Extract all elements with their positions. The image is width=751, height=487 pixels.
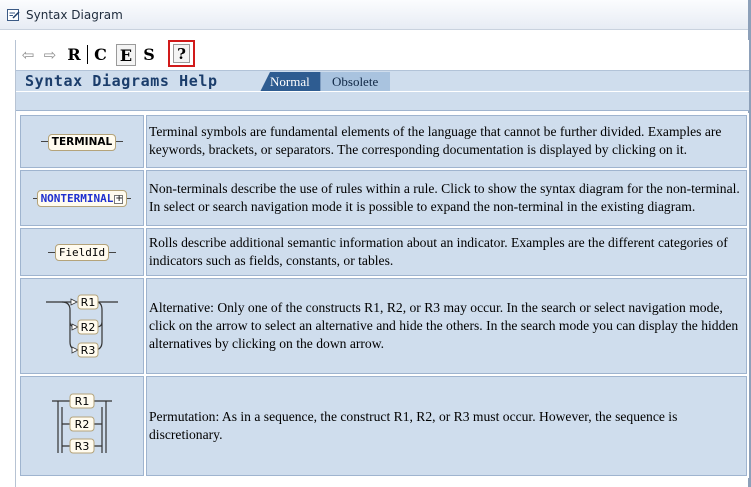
alternative-r3[interactable]: R3 xyxy=(81,344,96,357)
e-button[interactable]: E xyxy=(116,44,136,66)
help-table: TERMINAL Terminal symbols are fundamenta… xyxy=(18,113,749,478)
symbol-cell: R1 R2 R3 xyxy=(20,278,144,374)
window-title: Syntax Diagram xyxy=(26,8,123,22)
expand-icon[interactable]: + xyxy=(114,194,124,204)
description-cell: Alternative: Only one of the constructs … xyxy=(146,278,747,374)
description-cell: Rolls describe additional semantic infor… xyxy=(146,228,747,276)
arrow-left-icon[interactable]: ⇦ xyxy=(20,44,36,66)
description-cell: Permutation: As in a sequence, the const… xyxy=(146,376,747,476)
symbol-cell: TERMINAL xyxy=(20,115,144,168)
description-cell: Non-terminals describe the use of rules … xyxy=(146,170,747,226)
permutation-diagram: R1 R2 R3 xyxy=(52,393,112,454)
help-button[interactable]: ? xyxy=(173,44,190,63)
table-row: TERMINAL Terminal symbols are fundamenta… xyxy=(20,115,747,168)
tab-normal[interactable]: Normal xyxy=(260,72,320,92)
nonterminal-symbol[interactable]: NONTERMINAL + xyxy=(36,190,128,207)
help-header: Syntax Diagrams Help Normal Obsolete xyxy=(16,70,749,92)
fieldid-symbol[interactable]: FieldId xyxy=(54,244,110,261)
permutation-r3[interactable]: R3 xyxy=(75,440,90,453)
page-title: Syntax Diagrams Help xyxy=(25,72,218,90)
terminal-symbol[interactable]: TERMINAL xyxy=(47,134,117,151)
r-button[interactable]: R xyxy=(66,44,82,66)
arrow-right-icon[interactable]: ⇨ xyxy=(42,44,58,66)
alternative-r1[interactable]: R1 xyxy=(81,296,96,309)
tab-obsolete[interactable]: Obsolete xyxy=(320,72,390,92)
toolbar-separator xyxy=(87,45,88,64)
table-row: R1 R2 R3 Permutation: As in a sequence, … xyxy=(20,376,747,476)
description-cell: Terminal symbols are fundamental element… xyxy=(146,115,747,168)
symbol-cell: R1 R2 R3 xyxy=(20,376,144,476)
table-row: NONTERMINAL + Non-terminals describe the … xyxy=(20,170,747,226)
alternative-arrow-icon[interactable] xyxy=(71,346,79,354)
symbol-cell: NONTERMINAL + xyxy=(20,170,144,226)
alternative-arrow-icon[interactable] xyxy=(70,298,78,306)
s-button[interactable]: S xyxy=(141,44,157,66)
c-button[interactable]: C xyxy=(92,44,109,66)
help-button-highlight[interactable]: ? xyxy=(168,40,195,67)
alternative-arrow-icon[interactable] xyxy=(71,323,79,331)
edit-window-icon xyxy=(7,9,20,21)
symbol-cell: FieldId xyxy=(20,228,144,276)
toolbar: ⇦ ⇨ R C E S ? xyxy=(16,40,749,70)
window-title-bar: Syntax Diagram xyxy=(0,0,751,30)
help-frame: ⇦ ⇨ R C E S ? Syntax Diagrams Help Norma… xyxy=(15,40,749,487)
alternative-diagram: R1 R2 R3 xyxy=(46,294,118,358)
table-row: R1 R2 R3 Alternative: Only one of the co… xyxy=(20,278,747,374)
nonterminal-label: NONTERMINAL xyxy=(40,192,114,205)
permutation-r1[interactable]: R1 xyxy=(75,395,90,408)
header-band xyxy=(16,91,749,111)
alternative-r2[interactable]: R2 xyxy=(81,321,96,334)
table-row: FieldId Rolls describe additional semant… xyxy=(20,228,747,276)
permutation-r2[interactable]: R2 xyxy=(75,418,90,431)
